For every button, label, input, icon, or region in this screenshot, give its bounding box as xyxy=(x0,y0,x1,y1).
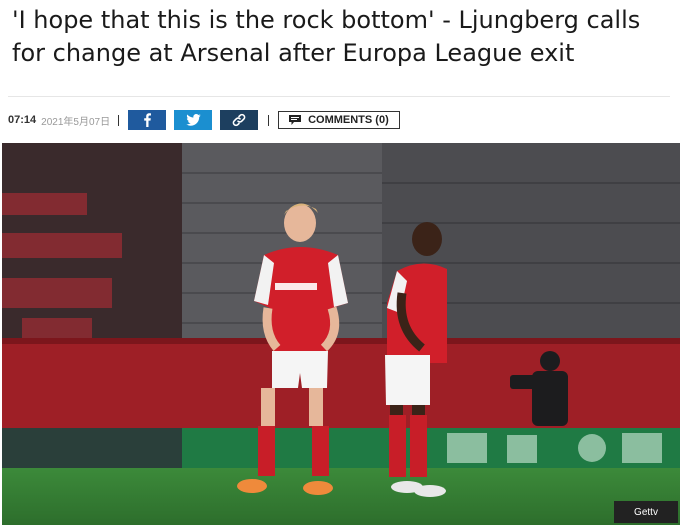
photo-credit: Gettv xyxy=(614,501,678,523)
article-headline: 'I hope that this is the rock bottom' - … xyxy=(12,6,641,67)
article-meta-bar: 07:14 2021年5月07日 COMMENTS (0) xyxy=(8,110,401,130)
meta-separator xyxy=(118,114,120,126)
article-date: 2021年5月07日 xyxy=(41,116,111,128)
meta-separator xyxy=(268,114,270,126)
article-time: 07:14 xyxy=(8,114,37,126)
link-icon xyxy=(232,113,246,127)
comments-button[interactable]: COMMENTS (0) xyxy=(278,111,401,129)
stadium-scene xyxy=(2,143,680,525)
share-facebook-button[interactable] xyxy=(128,110,167,130)
share-twitter-button[interactable] xyxy=(174,110,213,130)
share-link-button[interactable] xyxy=(220,110,259,130)
facebook-icon xyxy=(144,113,152,127)
twitter-icon xyxy=(185,114,201,126)
header-divider xyxy=(8,96,670,97)
comments-label: COMMENTS (0) xyxy=(308,114,389,126)
comment-icon xyxy=(289,115,302,125)
article-photo: Gettv xyxy=(2,143,680,525)
